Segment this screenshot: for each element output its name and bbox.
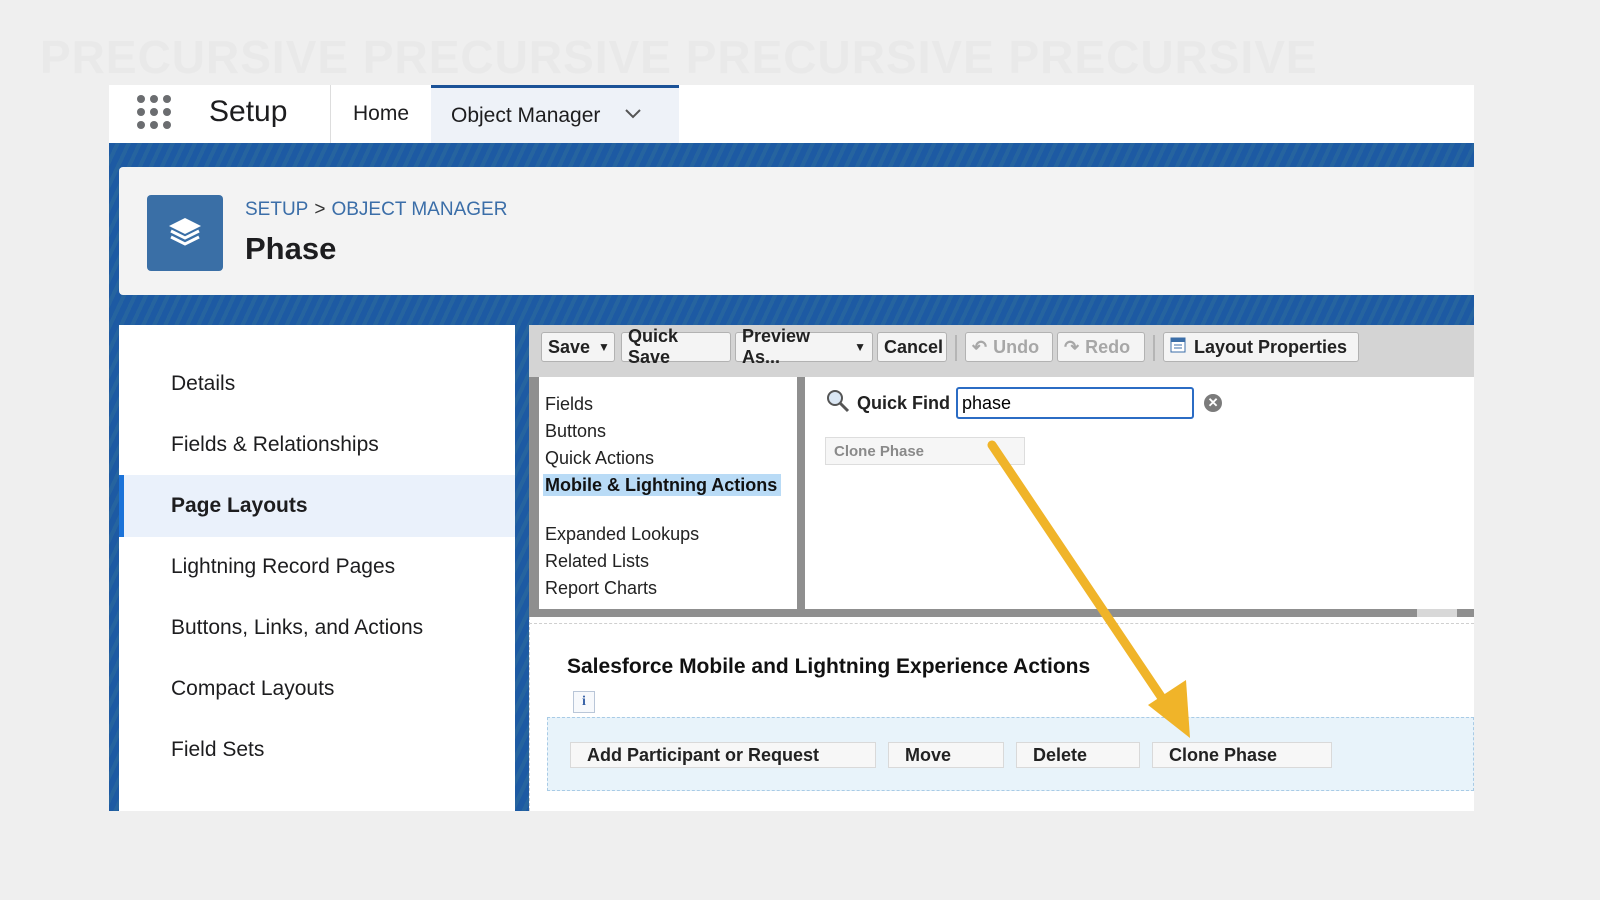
redo-button[interactable]: ↷ Redo	[1057, 332, 1145, 362]
save-button[interactable]: Save ▼	[541, 332, 615, 362]
layout-toolbar: Save ▼ Quick Save Preview As... ▼ Cancel…	[529, 325, 1474, 377]
palette-item-clone-phase[interactable]: Clone Phase	[825, 437, 1025, 465]
object-header: SETUP > OBJECT MANAGER Phase	[119, 167, 1474, 295]
clear-icon[interactable]: ✕	[1204, 394, 1223, 412]
breadcrumb-separator: >	[314, 199, 326, 220]
app-launcher-icon[interactable]	[137, 95, 173, 131]
save-label: Save	[548, 336, 591, 357]
section-title: Salesforce Mobile and Lightning Experien…	[567, 655, 1091, 678]
quick-find: Quick Find ✕	[825, 385, 1223, 421]
category-mobile-lightning-actions[interactable]: Mobile & Lightning Actions	[543, 474, 781, 496]
layout-properties-label: Layout Properties	[1194, 336, 1348, 357]
category-report-charts[interactable]: Report Charts	[545, 577, 781, 599]
top-navigation: Setup Home Object Manager	[109, 85, 1474, 144]
tab-home[interactable]: Home	[331, 85, 431, 143]
quick-find-label: Quick Find	[857, 392, 951, 413]
actions-dropzone[interactable]: Add Participant or Request Move Delete C…	[547, 717, 1474, 791]
palette-categories: Fields Buttons Quick Actions Mobile & Li…	[539, 377, 797, 609]
layout-properties-icon	[1170, 337, 1186, 358]
tab-object-manager[interactable]: Object Manager	[431, 85, 679, 143]
layers-icon	[147, 195, 223, 271]
sidebar-item-lightning-record-pages[interactable]: Lightning Record Pages	[119, 536, 515, 598]
sidebar-item-page-layouts[interactable]: Page Layouts	[119, 475, 515, 537]
action-delete[interactable]: Delete	[1016, 742, 1140, 768]
breadcrumb: SETUP > OBJECT MANAGER	[245, 199, 507, 221]
setup-window: Setup Home Object Manager SETUP > OBJECT M…	[109, 85, 1474, 811]
scrollbar[interactable]	[1417, 609, 1457, 617]
dropdown-caret-icon[interactable]: ▼	[854, 340, 866, 354]
watermark: PRECURSIVE PRECURSIVE PRECURSIVE PRECURS…	[40, 31, 1318, 83]
category-fields[interactable]: Fields	[545, 393, 781, 415]
undo-button[interactable]: ↶ Undo	[965, 332, 1053, 362]
sidebar-item-field-sets[interactable]: Field Sets	[119, 719, 515, 781]
quick-save-button[interactable]: Quick Save	[621, 326, 731, 367]
sidebar-item-compact-layouts[interactable]: Compact Layouts	[119, 658, 515, 720]
preview-as-label: Preview As...	[742, 326, 811, 367]
breadcrumb-setup[interactable]: SETUP	[245, 199, 308, 220]
breadcrumb-object-manager[interactable]: OBJECT MANAGER	[331, 199, 507, 220]
layout-canvas-border	[529, 617, 530, 811]
info-icon[interactable]: i	[573, 691, 595, 713]
search-icon	[825, 388, 851, 419]
undo-label: Undo	[993, 336, 1040, 357]
page-title: Phase	[245, 231, 337, 266]
quick-find-input[interactable]	[956, 387, 1195, 419]
editor-palette-area: Save ▼ Quick Save Preview As... ▼ Cancel…	[529, 325, 1474, 617]
cancel-button[interactable]: Cancel	[877, 332, 947, 362]
layout-properties-button[interactable]: Layout Properties	[1163, 332, 1359, 362]
action-move[interactable]: Move	[888, 742, 1004, 768]
preview-as-button[interactable]: Preview As... ▼	[735, 326, 873, 367]
palette-items: Quick Find ✕ Clone Phase	[805, 377, 1474, 609]
sidebar-item-details[interactable]: Details	[119, 353, 515, 415]
action-clone-phase[interactable]: Clone Phase	[1152, 742, 1332, 768]
redo-label: Redo	[1085, 336, 1131, 357]
undo-icon: ↶	[972, 336, 988, 357]
sidebar-item-fields-relationships[interactable]: Fields & Relationships	[119, 414, 515, 476]
category-related-lists[interactable]: Related Lists	[545, 550, 781, 572]
category-expanded-lookups[interactable]: Expanded Lookups	[545, 523, 781, 545]
toolbar-divider	[955, 335, 957, 361]
tab-object-manager-label: Object Manager	[451, 103, 601, 127]
layout-canvas-divider	[529, 623, 1474, 624]
object-sidebar: Details Fields & Relationships Page Layo…	[119, 325, 515, 811]
category-quick-actions[interactable]: Quick Actions	[545, 447, 781, 469]
category-buttons[interactable]: Buttons	[545, 420, 781, 442]
chevron-down-icon[interactable]	[624, 107, 642, 125]
app-name: Setup	[209, 95, 288, 128]
redo-icon: ↷	[1064, 336, 1080, 357]
layout-editor: Save ▼ Quick Save Preview As... ▼ Cancel…	[529, 325, 1474, 811]
sidebar-item-buttons-links-actions[interactable]: Buttons, Links, and Actions	[119, 597, 515, 659]
dropdown-caret-icon[interactable]: ▼	[598, 340, 610, 354]
toolbar-divider	[1153, 335, 1155, 361]
action-add-participant[interactable]: Add Participant or Request	[570, 742, 876, 768]
